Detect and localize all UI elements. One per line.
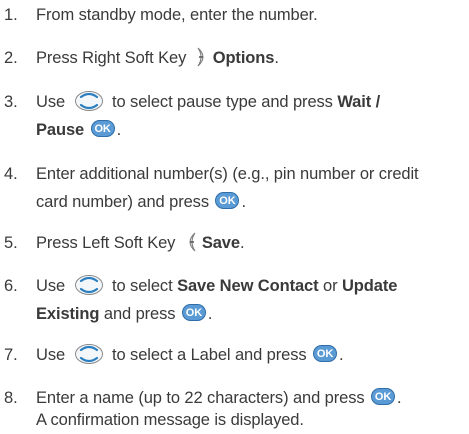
options-label: Options xyxy=(212,49,275,67)
navigation-key-icon xyxy=(74,90,103,111)
ok-key-icon: OK xyxy=(181,304,206,322)
ok-key-icon: OK xyxy=(371,388,396,406)
step-number: 2. xyxy=(4,49,18,67)
step-number: 4. xyxy=(4,165,18,183)
navigation-key-icon xyxy=(74,343,103,364)
ok-key-icon: OK xyxy=(90,120,115,138)
step-number: 1. xyxy=(4,6,18,24)
step-number: 5. xyxy=(4,234,18,252)
save-label: Save xyxy=(201,234,240,252)
left-soft-key-icon xyxy=(189,232,196,252)
step-text: From standby mode, enter the number. xyxy=(36,6,318,24)
step-number: 3. xyxy=(4,93,18,111)
ok-key-icon: OK xyxy=(313,345,338,363)
step-number: 7. xyxy=(4,346,18,364)
step-number: 6. xyxy=(4,277,18,295)
right-soft-key-icon xyxy=(197,47,204,67)
navigation-key-icon xyxy=(74,274,103,295)
step-number: 8. xyxy=(4,389,18,407)
ok-key-icon: OK xyxy=(215,192,240,210)
